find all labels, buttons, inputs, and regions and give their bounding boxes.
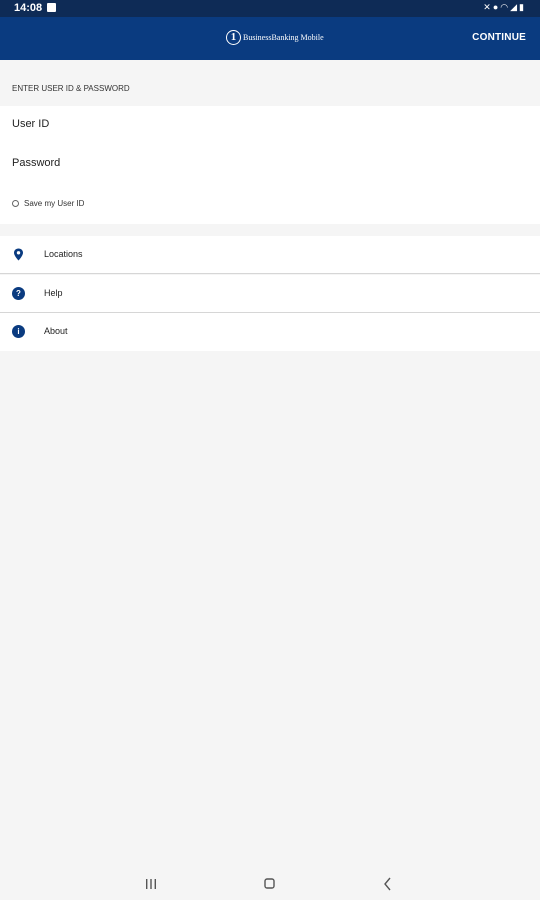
user-id-field[interactable]: User ID (12, 118, 49, 130)
notification-icon (47, 3, 56, 12)
login-section-title: ENTER USER ID & PASSWORD (12, 84, 130, 93)
wifi-icon: ◠ (500, 2, 511, 12)
mute-icon: ✕ (483, 2, 493, 12)
save-user-id-label: Save my User ID (24, 199, 85, 208)
password-field[interactable]: Password (12, 157, 60, 169)
menu-item-label: Locations (44, 249, 83, 259)
app-logo: 1 BusinessBanking Mobile (226, 30, 324, 45)
recent-apps-icon[interactable] (141, 876, 161, 892)
app-bar: 1 BusinessBanking Mobile CONTINUE (0, 17, 540, 60)
menu-item-help[interactable]: ? Help (0, 275, 540, 313)
signal-icon: ◢ (510, 2, 520, 12)
home-icon[interactable] (260, 876, 280, 892)
status-icons: ✕●◠◢▮ (483, 2, 526, 13)
continue-button[interactable]: CONTINUE (472, 32, 526, 43)
menu-item-label: About (44, 326, 68, 336)
save-user-id-checkbox[interactable] (12, 200, 19, 207)
menu-item-label: Help (44, 288, 63, 298)
login-form: User ID Password Save my User ID (0, 106, 540, 224)
status-time: 14:08 (14, 2, 43, 14)
back-icon[interactable] (378, 876, 398, 892)
menu-item-locations[interactable]: Locations (0, 236, 540, 274)
battery-icon: ▮ (519, 2, 526, 12)
help-icon: ? (12, 287, 25, 300)
info-icon: i (12, 325, 25, 338)
system-nav-bar (0, 868, 540, 900)
status-bar: 14:08 ✕●◠◢▮ (0, 0, 540, 17)
save-user-id-option[interactable]: Save my User ID (12, 199, 84, 208)
logo-badge: 1 (226, 30, 241, 45)
location-pin-icon (14, 248, 23, 261)
divider (0, 273, 540, 274)
menu-item-about[interactable]: i About (0, 313, 540, 351)
logo-text: BusinessBanking Mobile (243, 33, 324, 42)
